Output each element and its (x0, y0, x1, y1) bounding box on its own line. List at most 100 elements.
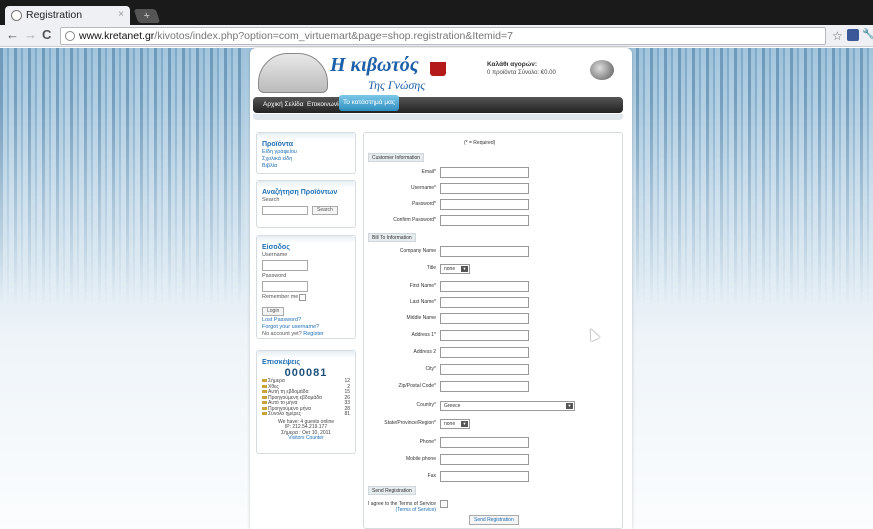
address1-label: Address 1* (411, 332, 436, 338)
reload-icon[interactable]: C (42, 27, 51, 42)
title-value: none (444, 266, 456, 272)
back-icon[interactable]: ← (6, 27, 19, 42)
browser-tab-strip: Registration × + (0, 0, 873, 25)
new-tab-button[interactable]: + (133, 9, 161, 23)
chevron-down-icon: ▼ (566, 403, 573, 409)
password-field-label: Password* (412, 201, 436, 207)
nav-home[interactable]: Αρχική Σελίδα (259, 99, 308, 111)
login-module: Είσοδος Username Password Remember me Lo… (256, 235, 356, 339)
required-note: (* = Required) (464, 140, 496, 146)
state-value: none (444, 421, 456, 427)
login-title: Είσοδος (262, 244, 290, 251)
lost-password-link[interactable]: Lost Password? (257, 317, 355, 324)
login-username-input[interactable] (262, 260, 308, 271)
country-label: Country* (416, 402, 436, 408)
send-registration-button[interactable]: Send Registration (469, 515, 519, 525)
section-send: Send Registration (368, 486, 416, 495)
confirm-password-field[interactable] (440, 215, 529, 226)
email-label: Email* (421, 169, 436, 175)
cart-title: Καλάθι αγορών: (487, 61, 538, 68)
shopping-cart-icon[interactable] (590, 60, 614, 80)
login-password-input[interactable] (262, 281, 308, 292)
section-billto: Bill To Information (368, 233, 416, 242)
country-select[interactable]: Greece ▼ (440, 401, 575, 411)
visitors-counter-link[interactable]: Visitors Counter (257, 435, 355, 442)
address1-field[interactable] (440, 330, 529, 341)
email-field[interactable] (440, 167, 529, 178)
remember-checkbox[interactable] (299, 294, 307, 301)
address2-field[interactable] (440, 347, 529, 358)
visitors-module: Επισκέψεις 000081 Σήμερα 12 Χθες 2 Αυτή τη ε… (256, 350, 356, 454)
agree-checkbox[interactable] (440, 500, 448, 508)
bookmark-star-icon[interactable]: ☆ (832, 29, 843, 43)
url-domain: www.kretanet.gr (79, 30, 155, 42)
stat-icon (262, 412, 267, 415)
subnav-bar (253, 114, 623, 120)
category-link[interactable]: Βιβλία (257, 163, 355, 170)
address2-label: Address 2 (413, 349, 436, 355)
category-link[interactable]: Σχολικά είδη (257, 156, 355, 163)
username-field-label: Username* (410, 185, 436, 191)
stat-value: 81 (344, 411, 350, 417)
middle-name-field[interactable] (440, 313, 529, 324)
password-field[interactable] (440, 199, 529, 210)
ark-logo-icon[interactable] (258, 53, 328, 93)
tab-title: Registration (26, 9, 83, 21)
registration-form: (* = Required) Customer Information Emai… (363, 132, 623, 529)
register-link[interactable]: Register (303, 331, 323, 337)
wrench-icon[interactable]: 🔧 (862, 29, 873, 40)
stat-icon (262, 384, 267, 388)
nav-shop[interactable]: Το κατάστημά μας (339, 95, 399, 111)
search-module: Αναζήτηση Προϊόντων Search Search (256, 180, 356, 228)
no-account-text: No account yet? (262, 331, 302, 337)
first-name-field[interactable] (440, 281, 529, 292)
cart-summary: 0 προϊόντα Σύνολο: €0.00 (487, 70, 556, 76)
last-name-field[interactable] (440, 297, 529, 308)
basket-icon (430, 62, 446, 76)
state-select[interactable]: none ▼ (440, 419, 470, 429)
username-field[interactable] (440, 183, 529, 194)
zip-label: Zip/Postal Code* (398, 383, 436, 389)
phone-field[interactable] (440, 437, 529, 448)
stat-label: Σύνολο ημέρες (268, 411, 301, 417)
forgot-username-link[interactable]: Forgot your username? (257, 324, 355, 331)
mobile-label: Mobile phone (405, 456, 436, 462)
stat-icon (262, 406, 267, 410)
page-favicon-icon (11, 10, 22, 21)
confirm-password-label: Confirm Password* (393, 217, 436, 223)
stat-icon (262, 390, 267, 393)
username-label: Username (262, 252, 288, 258)
page-background: Η κιβωτός Της Γνώσης Καλάθι αγορών: 0 πρ… (0, 48, 873, 529)
browser-tab[interactable]: Registration × (5, 6, 130, 25)
site-title[interactable]: Η κιβωτός (330, 54, 419, 77)
city-field[interactable] (440, 364, 529, 375)
section-customer: Customer Information (368, 153, 425, 162)
search-button[interactable]: Search (312, 206, 338, 215)
fax-field[interactable] (440, 471, 529, 482)
country-value: Greece (444, 403, 461, 409)
phone-label: Phone* (419, 439, 436, 445)
search-input[interactable] (262, 206, 308, 215)
company-label: Company Name (399, 248, 436, 254)
right-decoration (636, 48, 873, 308)
chevron-down-icon: ▼ (461, 266, 468, 272)
category-link[interactable]: Είδη γραφείου (257, 149, 355, 156)
module-header (257, 133, 355, 140)
address-bar[interactable]: www.kretanet.gr/kivotos/index.php?option… (60, 27, 826, 45)
mobile-field[interactable] (440, 454, 529, 465)
company-field[interactable] (440, 246, 529, 257)
stat-icon (262, 401, 267, 404)
zip-field[interactable] (440, 381, 529, 392)
login-button[interactable]: Login (262, 307, 285, 316)
module-header (257, 351, 355, 358)
module-header (257, 236, 355, 243)
tab-close-icon[interactable]: × (118, 9, 124, 20)
site-subtitle: Της Γνώσης (368, 78, 426, 92)
forward-icon[interactable]: → (24, 27, 37, 42)
module-header (257, 181, 355, 188)
extension-icon[interactable] (847, 29, 859, 41)
products-title: Προϊόντα (262, 141, 294, 148)
last-name-label: Last Name* (409, 299, 436, 305)
tos-link[interactable]: (Terms of Service) (395, 507, 436, 513)
title-select[interactable]: none ▼ (440, 264, 470, 274)
